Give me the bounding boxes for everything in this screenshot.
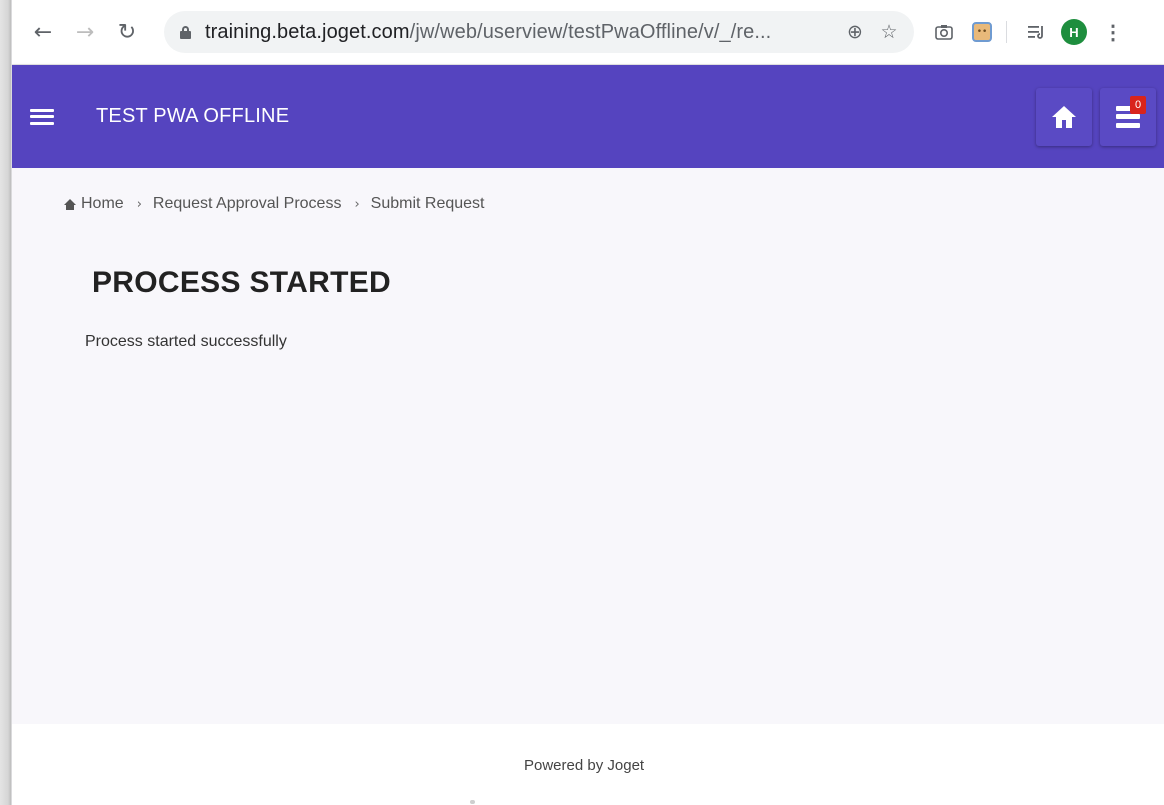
reload-icon[interactable]: ↻ bbox=[110, 15, 144, 49]
chevron-right-icon: › bbox=[354, 196, 360, 212]
home-icon bbox=[64, 198, 76, 210]
breadcrumb-home[interactable]: Home bbox=[81, 195, 124, 213]
forward-icon[interactable]: → bbox=[68, 15, 102, 49]
hamburger-menu-icon[interactable] bbox=[30, 107, 54, 127]
breadcrumb-process[interactable]: Request Approval Process bbox=[153, 195, 342, 213]
main-content: Home › Request Approval Process › Submit… bbox=[12, 168, 1164, 724]
footer-decoration bbox=[470, 800, 475, 804]
url-path: /jw/web/userview/testPwaOffline/v/_/re..… bbox=[409, 20, 772, 43]
camera-icon[interactable] bbox=[928, 16, 960, 48]
address-bar[interactable]: training.beta.joget.com/jw/web/userview/… bbox=[164, 11, 914, 53]
footer-text: Powered by Joget bbox=[524, 757, 645, 774]
footer: Powered by Joget bbox=[12, 724, 1164, 805]
breadcrumb: Home › Request Approval Process › Submit… bbox=[64, 195, 484, 213]
star-icon[interactable]: ☆ bbox=[874, 17, 904, 47]
kebab-menu-icon[interactable]: ⋮ bbox=[1101, 17, 1125, 47]
status-message: Process started successfully bbox=[85, 333, 287, 350]
app-header: TEST PWA OFFLINE 0 bbox=[12, 65, 1164, 168]
profile-avatar[interactable]: H bbox=[1061, 19, 1087, 45]
home-icon bbox=[1052, 105, 1076, 128]
url-domain: training.beta.joget.com bbox=[205, 20, 410, 43]
offline-queue-button[interactable]: 0 bbox=[1100, 87, 1156, 146]
home-button[interactable] bbox=[1036, 87, 1092, 146]
add-icon[interactable]: ⊕ bbox=[840, 17, 870, 47]
extension-icon[interactable]: •• bbox=[966, 16, 998, 48]
back-icon[interactable]: ← bbox=[26, 15, 60, 49]
browser-toolbar: ← → ↻ training.beta.joget.com/jw/web/use… bbox=[12, 0, 1164, 65]
breadcrumb-current: Submit Request bbox=[370, 195, 485, 212]
reading-list-icon[interactable] bbox=[1021, 16, 1053, 48]
app-title: TEST PWA OFFLINE bbox=[96, 105, 290, 127]
extension-face-icon: •• bbox=[972, 22, 992, 42]
toolbar-separator bbox=[1006, 21, 1007, 43]
url-text[interactable]: training.beta.joget.com/jw/web/userview/… bbox=[205, 21, 836, 44]
page-title: PROCESS STARTED bbox=[92, 266, 391, 299]
window-edge bbox=[0, 0, 12, 805]
chevron-right-icon: › bbox=[136, 196, 142, 212]
lock-icon[interactable] bbox=[180, 25, 191, 39]
queue-count-badge: 0 bbox=[1130, 95, 1146, 114]
